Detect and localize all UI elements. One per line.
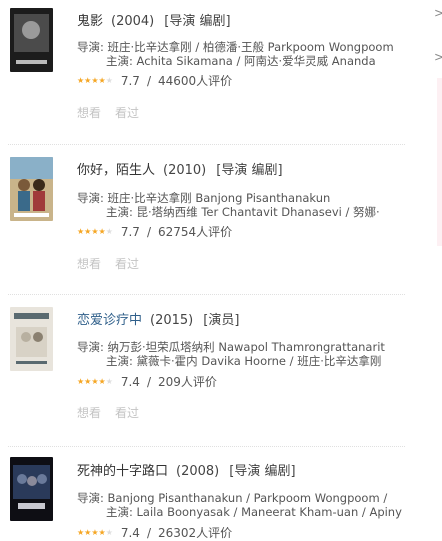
- movie-poster[interactable]: [10, 457, 53, 521]
- rating-score: 7.4: [120, 375, 140, 389]
- movie-actions: 想看 看过: [77, 404, 153, 421]
- rating-score: 7.4: [120, 526, 140, 540]
- rating-votes[interactable]: 62754人评价: [158, 225, 232, 239]
- rating-separator: /: [146, 74, 151, 88]
- movie-role: [导演 编剧]: [216, 163, 283, 178]
- want-to-watch-button[interactable]: 想看: [77, 406, 101, 420]
- rating-stars-icon: ★★★★★: [77, 227, 113, 236]
- movie-role: [演员]: [203, 313, 240, 328]
- movie-title[interactable]: 鬼影: [77, 14, 103, 29]
- rating-separator: /: [146, 526, 151, 540]
- poster-image-icon: [10, 307, 53, 371]
- movie-poster[interactable]: [10, 8, 53, 72]
- rating-stars-icon: ★★★★★: [77, 76, 113, 85]
- movie-credits: 导演: 纳万彭·坦荣瓜塔纳利 Nawapol Thamrongrattanari…: [77, 340, 402, 368]
- movie-title[interactable]: 恋爱诊疗中: [77, 313, 142, 328]
- movie-rating: ★★★★★ 7.7 / 62754人评价: [77, 223, 232, 240]
- poster-image-icon: [10, 457, 53, 521]
- poster-image-icon: [10, 157, 53, 221]
- movie-actions: 想看 看过: [77, 255, 153, 272]
- movie-title[interactable]: 死神的十字路口: [77, 464, 168, 479]
- movie-cast: 主演: 黛薇卡·霍内 Davika Hoorne / 班庄·比辛达拿刚: [106, 354, 382, 368]
- movie-poster[interactable]: [10, 157, 53, 221]
- rating-stars-icon: ★★★★★: [77, 528, 113, 537]
- movie-director: 导演: Banjong Pisanthanakun / Parkpoom Won…: [77, 491, 388, 505]
- rating-separator: /: [146, 375, 151, 389]
- movie-rating: ★★★★★ 7.4 / 26302人评价: [77, 524, 232, 541]
- sidebar-chevron-right-icon[interactable]: >: [434, 6, 442, 20]
- watched-button[interactable]: 看过: [115, 406, 139, 420]
- movie-year: (2008): [176, 464, 220, 479]
- movie-director: 导演: 班庄·比辛达拿刚 / 柏德潘·王般 Parkpoom Wongpoom: [77, 40, 394, 54]
- movie-title-row: 你好，陌生人 (2010) [导演 编剧]: [77, 159, 283, 178]
- item-divider: [8, 446, 405, 447]
- movie-year: (2010): [163, 163, 207, 178]
- movie-title-row: 死神的十字路口 (2008) [导演 编剧]: [77, 460, 296, 479]
- poster-image-icon: [10, 8, 53, 72]
- rating-score: 7.7: [120, 225, 140, 239]
- rating-score: 7.7: [120, 74, 140, 88]
- sidebar-chevron-right-icon[interactable]: >: [434, 50, 442, 64]
- movie-credits: 导演: 班庄·比辛达拿刚 / 柏德潘·王般 Parkpoom Wongpoom …: [77, 40, 402, 68]
- rating-votes[interactable]: 26302人评价: [158, 526, 232, 540]
- sidebar-panel-edge: [437, 78, 442, 246]
- watched-button[interactable]: 看过: [115, 257, 139, 271]
- watched-button[interactable]: 看过: [115, 106, 139, 120]
- item-divider: [8, 294, 405, 295]
- movie-credits: 导演: Banjong Pisanthanakun / Parkpoom Won…: [77, 491, 402, 519]
- rating-separator: /: [146, 225, 151, 239]
- movie-year: (2004): [111, 14, 155, 29]
- rating-votes[interactable]: 44600人评价: [158, 74, 232, 88]
- movie-role: [导演 编剧]: [229, 464, 296, 479]
- rating-votes[interactable]: 209人评价: [158, 375, 217, 389]
- movie-title-row: 鬼影 (2004) [导演 编剧]: [77, 10, 231, 29]
- rating-stars-icon: ★★★★★: [77, 377, 113, 386]
- movie-credits: 导演: 班庄·比辛达拿刚 Banjong Pisanthanakun 主演: 昆…: [77, 191, 402, 219]
- movie-cast: 主演: 昆·塔纳西维 Ter Chantavit Dhanasevi / 努娜·: [106, 205, 380, 219]
- movie-director: 导演: 班庄·比辛达拿刚 Banjong Pisanthanakun: [77, 191, 331, 205]
- movie-director: 导演: 纳万彭·坦荣瓜塔纳利 Nawapol Thamrongrattanari…: [77, 340, 385, 354]
- want-to-watch-button[interactable]: 想看: [77, 106, 101, 120]
- movie-role: [导演 编剧]: [164, 14, 231, 29]
- movie-cast: 主演: Achita Sikamana / 阿南达·爱华灵威 Ananda: [106, 54, 376, 68]
- movie-title-row: 恋爱诊疗中 (2015) [演员]: [77, 309, 239, 328]
- movie-poster[interactable]: [10, 307, 53, 371]
- movie-title[interactable]: 你好，陌生人: [77, 163, 155, 178]
- movie-cast: 主演: Laila Boonyasak / Maneerat Kham-uan …: [106, 505, 402, 519]
- item-divider: [8, 144, 405, 145]
- movie-year: (2015): [150, 313, 194, 328]
- movie-rating: ★★★★★ 7.4 / 209人评价: [77, 373, 217, 390]
- movie-rating: ★★★★★ 7.7 / 44600人评价: [77, 72, 232, 89]
- movie-actions: 想看 看过: [77, 104, 153, 121]
- want-to-watch-button[interactable]: 想看: [77, 257, 101, 271]
